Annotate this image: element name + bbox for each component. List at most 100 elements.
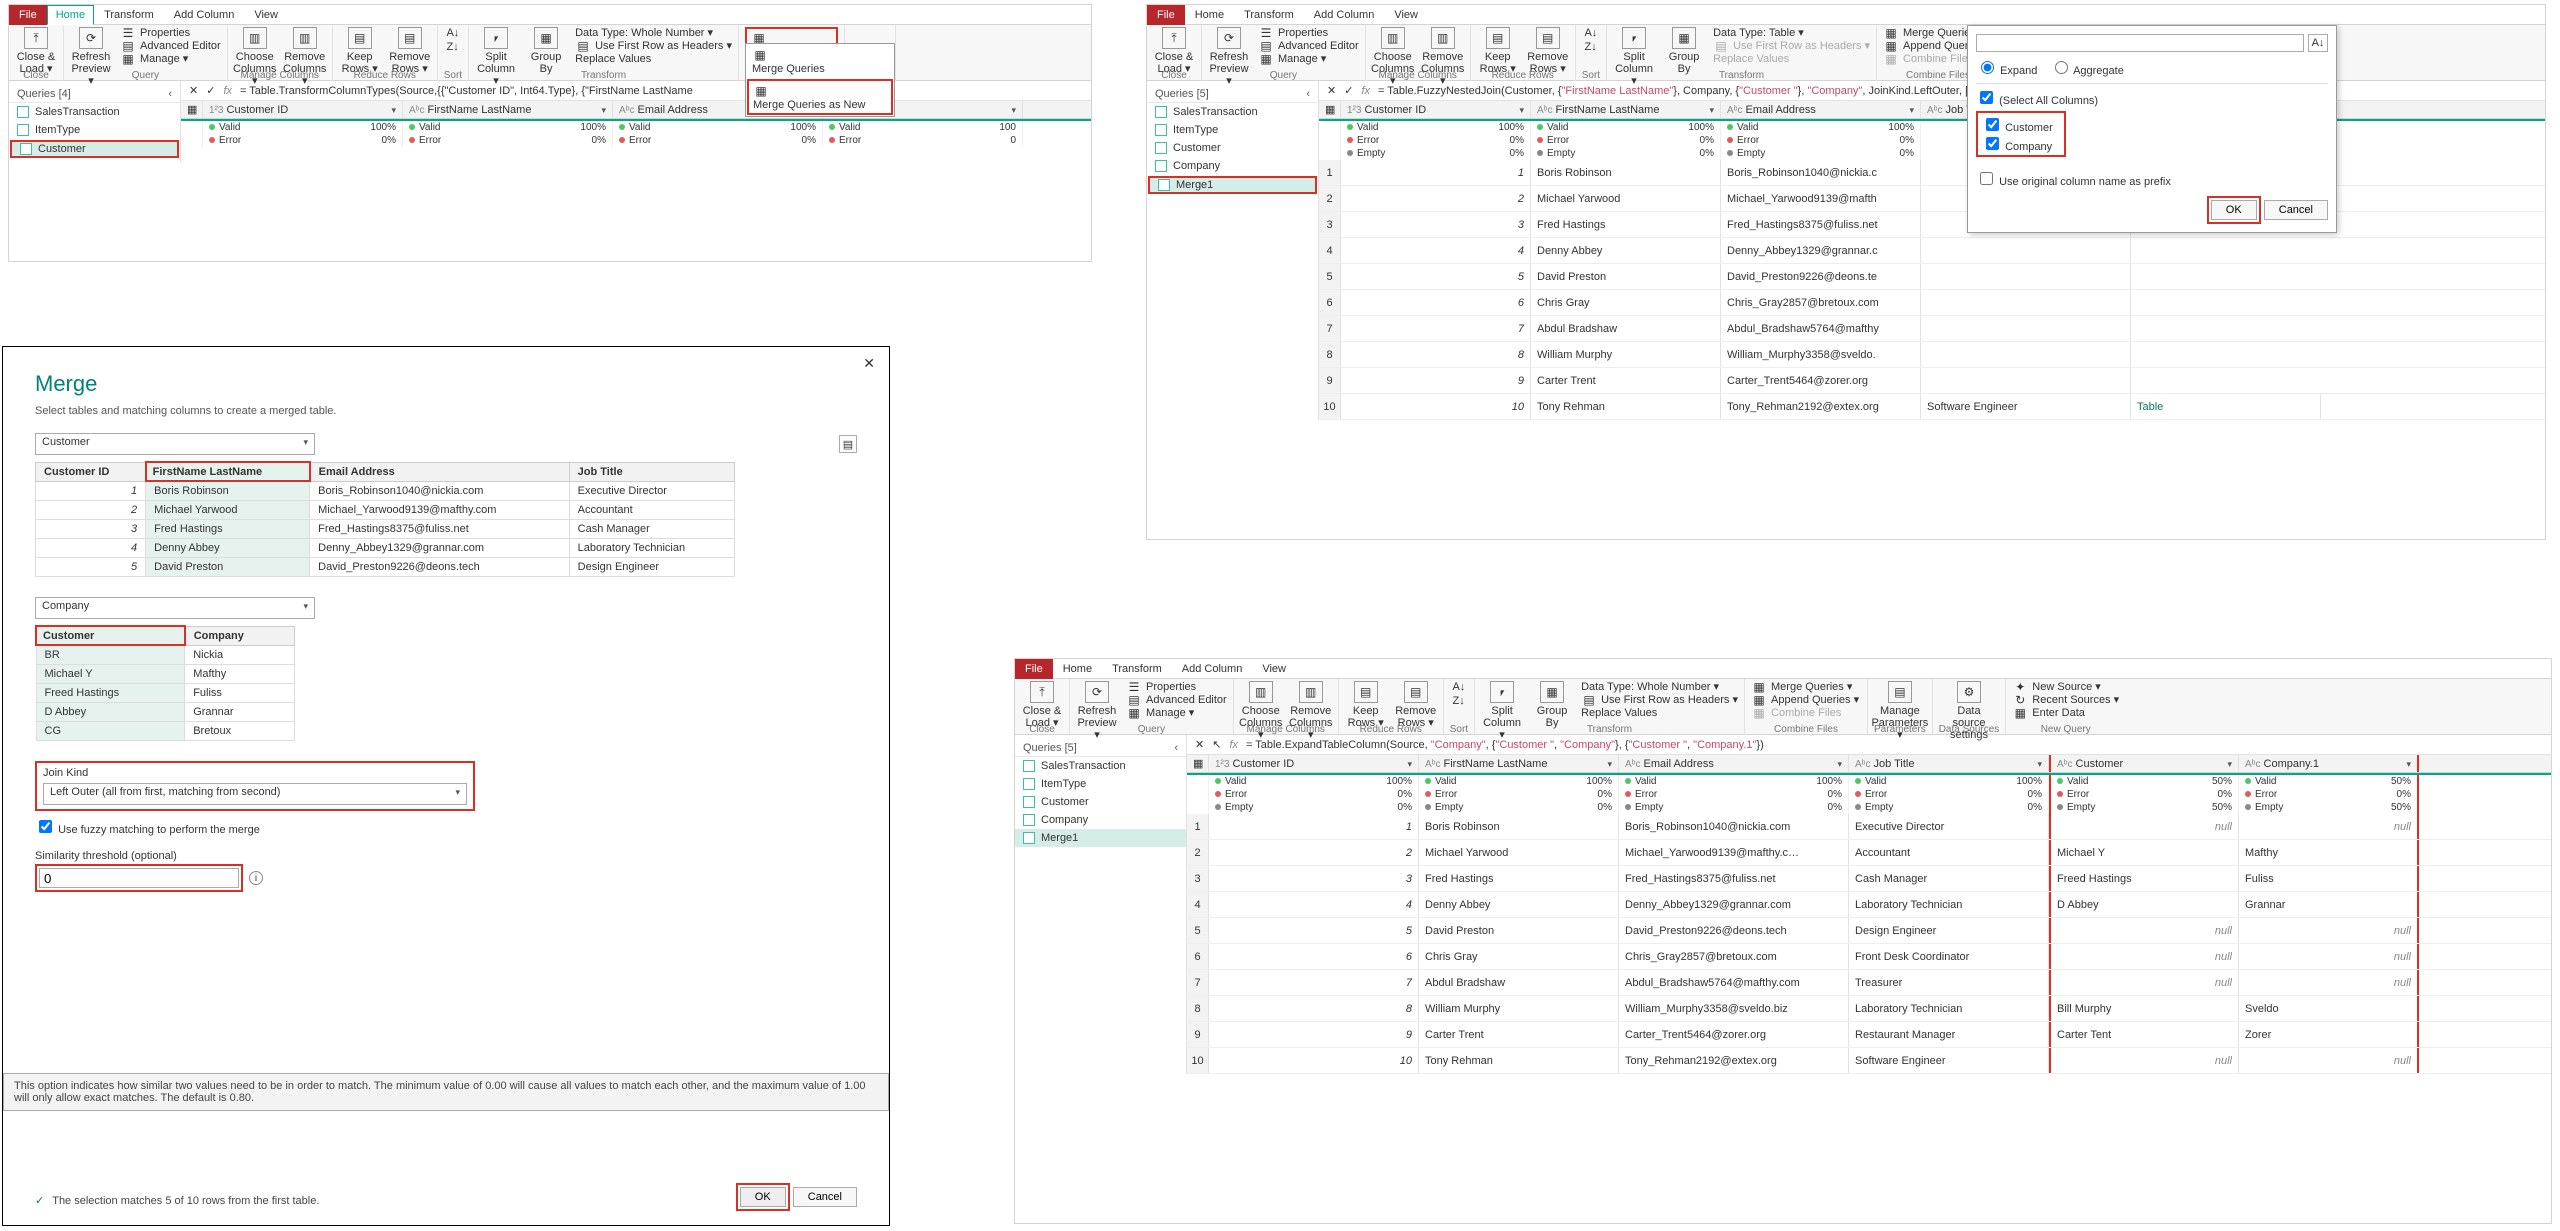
col-email[interactable]: Aᵇc Email Address <box>1619 755 1849 772</box>
customer-checkbox[interactable]: Customer <box>1982 122 2053 134</box>
query-item-merge1[interactable]: Merge1 <box>1148 176 1317 194</box>
col-hdr-selected[interactable]: FirstName LastName <box>146 462 310 481</box>
tab-view[interactable]: View <box>1384 5 1428 25</box>
remove-rows-button[interactable]: ▤Remove Rows ▾ <box>1527 27 1569 75</box>
formula-bar[interactable]: ✕ ↖ fx = Table.ExpandTableColumn(Source,… <box>1187 735 2551 755</box>
query-item[interactable]: ItemType <box>9 121 180 139</box>
similarity-input[interactable] <box>39 868 239 888</box>
split-col-button[interactable]: ⎖Split Column ▾ <box>1481 681 1523 741</box>
query-item[interactable]: Customer <box>1015 793 1186 811</box>
formula-text[interactable]: = Table.ExpandTableColumn(Source, "Compa… <box>1246 739 1764 751</box>
close-load-button[interactable]: ⤒Close & Load ▾ <box>1021 681 1063 729</box>
ok-button[interactable]: OK <box>740 1187 786 1207</box>
data-type-button[interactable]: Data Type: Whole Number ▾ <box>1581 681 1738 694</box>
sort-desc-button[interactable]: Z↓ <box>1452 695 1464 707</box>
replace-values-button[interactable]: Replace Values <box>575 53 732 66</box>
manage-button[interactable]: ▦Manage ▾ <box>120 53 221 66</box>
group-by-button[interactable]: ▦Group By <box>1663 27 1705 75</box>
col-hdr[interactable]: Email Address <box>310 462 569 481</box>
query-item[interactable]: ItemType <box>1015 775 1186 793</box>
tab-home[interactable]: Home <box>1053 659 1102 679</box>
keep-rows-button[interactable]: ▤Keep Rows ▾ <box>1477 27 1519 75</box>
refresh-button[interactable]: ⟳Refresh Preview ▾ <box>1076 681 1118 741</box>
query-item[interactable]: SalesTransaction <box>1147 103 1318 121</box>
first-row-headers-button[interactable]: ▤Use First Row as Headers ▾ <box>1581 694 1738 707</box>
close-icon[interactable]: ✕ <box>189 84 198 97</box>
table-row[interactable]: 55David PrestonDavid_Preston9226@deons.t… <box>1319 264 2545 290</box>
col-jobtitle[interactable]: Aᵇc Job Title <box>1849 755 2049 772</box>
col-firstname-lastname[interactable]: Aᵇc FirstName LastName <box>1531 101 1721 118</box>
merge-queries-button[interactable]: ▦Merge Queries ▾ <box>1751 681 1861 694</box>
table-row[interactable]: 88William MurphyWilliam_Murphy3358@sveld… <box>1319 342 2545 368</box>
formula-bar[interactable]: ✕ ✓ fx = Table.FuzzyNestedJoin(Customer,… <box>1319 81 2545 101</box>
col-hdr-selected[interactable]: Customer <box>36 626 185 645</box>
expand-radio[interactable]: Expand <box>1976 65 2037 77</box>
query-item-merge1[interactable]: Merge1 <box>1015 829 1186 847</box>
sort-asc-button[interactable]: A↓ <box>1452 681 1465 693</box>
replace-values-button[interactable]: Replace Values <box>1581 707 1738 720</box>
col-customer-id[interactable]: 1²3 Customer ID <box>203 101 403 118</box>
query-item[interactable]: SalesTransaction <box>9 103 180 121</box>
col-customer-id[interactable]: 1²3 Customer ID <box>1209 755 1419 772</box>
tab-addcolumn[interactable]: Add Column <box>1304 5 1385 25</box>
close-icon[interactable]: ✕ <box>863 355 875 372</box>
refresh-button[interactable]: ⟳Refresh Preview ▾ <box>1208 27 1250 87</box>
remove-rows-button[interactable]: ▤Remove Rows ▾ <box>1395 681 1437 729</box>
manage-button[interactable]: ▦Manage ▾ <box>1126 707 1227 720</box>
col-hdr[interactable]: Customer ID <box>36 462 146 481</box>
tab-transform[interactable]: Transform <box>94 5 164 25</box>
col-customer-expanded[interactable]: Aᵇc Customer <box>2049 755 2239 772</box>
table-row[interactable]: 99Carter TrentCarter_Trent5464@zorer.org <box>1319 368 2545 394</box>
manage-button[interactable]: ▦Manage ▾ <box>1258 53 1359 66</box>
table-row[interactable]: 11Boris RobinsonBoris_Robinson1040@nicki… <box>1187 814 2551 840</box>
table-row[interactable]: 77Abdul BradshawAbdul_Bradshaw5764@mafth… <box>1187 970 2551 996</box>
select-all-checkbox[interactable]: (Select All Columns) <box>1976 95 2098 107</box>
sort-desc-button[interactable]: Z↓ <box>446 41 458 53</box>
cancel-button[interactable]: Cancel <box>793 1187 857 1207</box>
close-icon[interactable]: ✕ <box>1195 738 1204 751</box>
new-source-button[interactable]: ✦New Source ▾ <box>2012 681 2119 694</box>
query-item-customer[interactable]: Customer <box>10 140 179 158</box>
check-icon[interactable]: ✓ <box>206 84 215 97</box>
table-row[interactable]: 22Michael YarwoodMichael_Yarwood9139@maf… <box>1319 186 2545 212</box>
col-customer-id[interactable]: 1²3 Customer ID <box>1341 101 1531 118</box>
close-load-button[interactable]: ⤒Close & Load ▾ <box>1153 27 1195 75</box>
row-header-corner[interactable]: ▦ <box>181 101 203 118</box>
check-icon[interactable]: ✓ <box>1344 84 1353 97</box>
tab-home[interactable]: Home <box>1185 5 1234 25</box>
group-by-button[interactable]: ▦Group By <box>1531 681 1573 729</box>
tab-view[interactable]: View <box>244 5 288 25</box>
table-row[interactable]: 11Boris RobinsonBoris_Robinson1040@nicki… <box>1319 160 2545 186</box>
group-by-button[interactable]: ▦Group By <box>525 27 567 75</box>
enter-data-button[interactable]: ▦Enter Data <box>2012 707 2119 720</box>
col-firstname-lastname[interactable]: Aᵇc FirstName LastName <box>1419 755 1619 772</box>
tab-addcolumn[interactable]: Add Column <box>164 5 245 25</box>
merge-queries-as-new-item[interactable]: ▦ Merge Queries as New <box>747 79 893 115</box>
use-original-prefix-checkbox[interactable]: Use original column name as prefix <box>1976 176 2171 188</box>
formula-text[interactable]: = Table.TransformColumnTypes(Source,{{"C… <box>240 85 693 97</box>
col-firstname-lastname[interactable]: Aᵇc FirstName LastName <box>403 101 613 118</box>
data-type-button[interactable]: Data Type: Whole Number ▾ <box>575 27 732 40</box>
info-icon[interactable]: i <box>249 871 263 885</box>
sort-asc-button[interactable]: A↓ <box>446 27 459 39</box>
refresh-button[interactable]: ⟳Refresh Preview ▾ <box>70 27 112 87</box>
cancel-button[interactable]: Cancel <box>2264 200 2328 220</box>
query-item[interactable]: Customer <box>1147 139 1318 157</box>
tab-file[interactable]: File <box>1015 659 1053 679</box>
tab-file[interactable]: File <box>1147 5 1185 25</box>
keep-rows-button[interactable]: ▤Keep Rows ▾ <box>339 27 381 75</box>
join-kind-dropdown[interactable]: Left Outer (all from first, matching fro… <box>43 783 467 805</box>
sort-asc-button[interactable]: A↓ <box>1584 27 1597 39</box>
tab-transform[interactable]: Transform <box>1102 659 1172 679</box>
col-hdr[interactable]: Job Title <box>569 462 734 481</box>
table-row[interactable]: 88William MurphyWilliam_Murphy3358@sveld… <box>1187 996 2551 1022</box>
col-hdr[interactable]: Company <box>185 626 295 645</box>
sort-desc-button[interactable]: Z↓ <box>1584 41 1596 53</box>
primary-table-dropdown[interactable]: Customer <box>35 433 315 455</box>
merge-queries-item[interactable]: ▦ Merge Queries <box>746 44 894 78</box>
query-item[interactable]: Company <box>1147 157 1318 175</box>
fuzzy-checkbox[interactable]: Use fuzzy matching to perform the merge <box>35 817 857 836</box>
table-row[interactable]: 99Carter TrentCarter_Trent5464@zorer.org… <box>1187 1022 2551 1048</box>
tab-home[interactable]: Home <box>47 5 94 25</box>
data-type-button[interactable]: Data Type: Table ▾ <box>1713 27 1870 40</box>
